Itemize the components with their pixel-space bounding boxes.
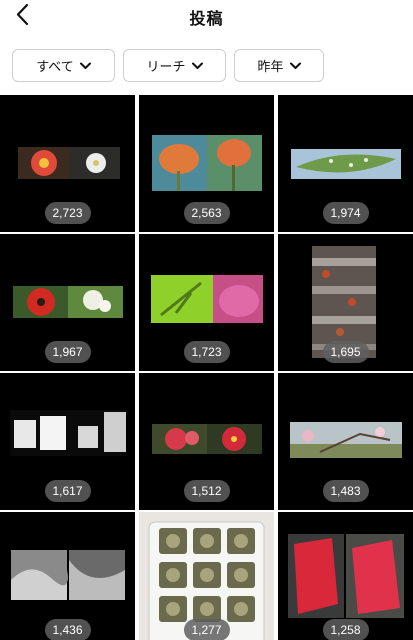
reach-count-badge: 2,723 [44,202,91,224]
chevron-down-icon [79,62,91,69]
post-tile[interactable]: 1,277 [139,512,274,640]
post-tile[interactable]: 1,483 [278,373,413,510]
post-tile[interactable]: 1,436 [0,512,135,640]
post-tile[interactable]: 1,512 [139,373,274,510]
post-thumbnail [10,410,126,456]
reach-count-badge: 2,563 [183,202,230,224]
post-thumbnail [11,550,125,600]
posts-grid: 2,723 2,563 1,974 1,967 1,723 1,695 1,61… [0,95,413,640]
post-tile[interactable]: 1,723 [139,234,274,371]
filter-label: リーチ [146,60,186,75]
reach-count-badge: 1,483 [322,480,369,502]
reach-count-badge: 1,723 [183,341,230,363]
reach-count-badge: 1,277 [183,619,230,640]
post-thumbnail [290,422,402,458]
reach-count-badge: 1,617 [44,480,91,502]
post-tile[interactable]: 2,723 [0,95,135,232]
filter-label: 昨年 [257,60,284,75]
post-thumbnail [18,147,120,179]
post-tile[interactable]: 1,695 [278,234,413,371]
post-thumbnail [152,424,262,454]
post-tile[interactable]: 1,967 [0,234,135,371]
filter-period-dropdown[interactable]: 昨年 [234,49,324,82]
post-thumbnail [152,135,262,191]
reach-count-badge: 1,695 [322,341,369,363]
reach-count-badge: 1,967 [44,341,91,363]
post-tile[interactable]: 1,617 [0,373,135,510]
post-thumbnail [288,534,404,618]
reach-count-badge: 1,974 [322,202,369,224]
post-tile[interactable]: 1,974 [278,95,413,232]
filter-all-dropdown[interactable]: すべて [12,49,115,82]
filter-reach-dropdown[interactable]: リーチ [123,49,226,82]
post-thumbnail [291,149,401,179]
top-bar: 投稿 [0,0,413,34]
chevron-down-icon [191,62,203,69]
reach-count-badge: 1,512 [183,480,230,502]
reach-count-badge: 1,436 [44,619,91,640]
filter-label: すべて [36,60,74,75]
filter-bar: すべて リーチ 昨年 [0,34,413,94]
post-tile[interactable]: 2,563 [139,95,274,232]
post-thumbnail [151,275,263,323]
post-thumbnail [13,286,123,318]
page-title: 投稿 [189,9,224,28]
reach-count-badge: 1,258 [322,619,369,640]
chevron-down-icon [289,62,301,69]
post-tile[interactable]: 1,258 [278,512,413,640]
